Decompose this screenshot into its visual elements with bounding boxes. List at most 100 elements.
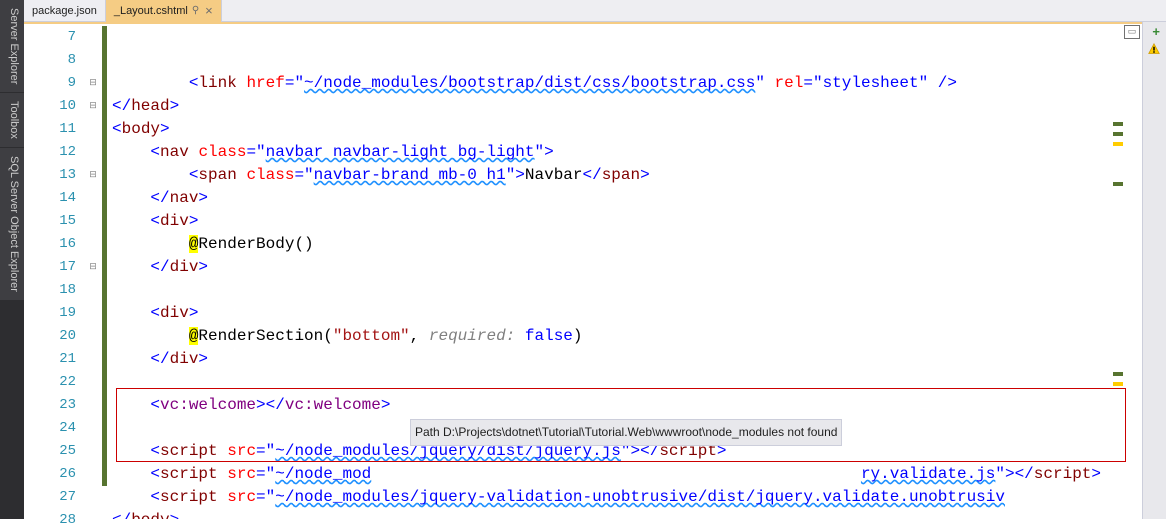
fold-toggle-icon[interactable]: ⊟: [84, 256, 102, 279]
fold-toggle-icon: [84, 394, 102, 417]
fold-toggle-icon: [84, 187, 102, 210]
fold-toggle-icon: [84, 325, 102, 348]
fold-toggle-icon: [84, 486, 102, 509]
code-line[interactable]: <link href="~/node_modules/bootstrap/dis…: [112, 72, 1142, 95]
code-line[interactable]: <vc:welcome></vc:welcome>: [112, 394, 1142, 417]
code-line[interactable]: <div>: [112, 302, 1142, 325]
change-mark: [102, 302, 107, 325]
right-sidebar: [1142, 22, 1166, 519]
fold-toggle-icon[interactable]: ⊟: [84, 72, 102, 95]
fold-toggle-icon[interactable]: ⊟: [84, 95, 102, 118]
line-number: 21: [24, 348, 76, 371]
tab-label: _Layout.cshtml: [114, 5, 188, 17]
close-icon[interactable]: ×: [205, 4, 213, 17]
code-line[interactable]: [112, 279, 1142, 302]
code-line[interactable]: <script src="~/node_mod ry.validate.js">…: [112, 463, 1142, 486]
code-line[interactable]: [112, 371, 1142, 394]
change-mark: [102, 348, 107, 371]
change-mark: [102, 210, 107, 233]
code-line[interactable]: <script src="~/node_modules/jquery-valid…: [112, 486, 1142, 509]
change-mark: [102, 72, 107, 95]
code-line[interactable]: @RenderSection("bottom", required: false…: [112, 325, 1142, 348]
line-number: 15: [24, 210, 76, 233]
line-number: 28: [24, 509, 76, 532]
change-mark: [102, 509, 107, 532]
fold-toggle-icon: [84, 463, 102, 486]
change-mark: [102, 118, 107, 141]
side-tab-sql-object-explorer[interactable]: SQL Server Object Explorer: [0, 148, 24, 301]
line-number: 11: [24, 118, 76, 141]
change-mark: [102, 233, 107, 256]
line-number: 17: [24, 256, 76, 279]
line-number: 26: [24, 463, 76, 486]
line-number: 9: [24, 72, 76, 95]
code-line[interactable]: <body>: [112, 118, 1142, 141]
tab-label: package.json: [32, 5, 97, 17]
code-text-area[interactable]: <link href="~/node_modules/bootstrap/dis…: [108, 24, 1142, 519]
split-window-icon[interactable]: ▭: [1124, 25, 1140, 39]
code-line[interactable]: </div>: [112, 256, 1142, 279]
side-tab-server-explorer[interactable]: Server Explorer: [0, 0, 24, 93]
change-mark: [102, 256, 107, 279]
change-mark: [102, 141, 107, 164]
code-line[interactable]: </head>: [112, 95, 1142, 118]
change-mark: [102, 164, 107, 187]
pin-icon[interactable]: ⚲: [192, 5, 199, 16]
line-number: 22: [24, 371, 76, 394]
change-mark: [102, 394, 107, 417]
code-line[interactable]: <nav class="navbar navbar-light bg-light…: [112, 141, 1142, 164]
code-editor[interactable]: 7891011121314151617181920212223242526272…: [24, 22, 1142, 519]
side-panel-sidebar: Server Explorer Toolbox SQL Server Objec…: [0, 0, 24, 519]
change-mark: [102, 417, 107, 440]
line-number: 18: [24, 279, 76, 302]
expand-icon[interactable]: +: [1152, 25, 1160, 40]
change-mark: [102, 49, 107, 72]
path-tooltip: Path D:\Projects\dotnet\Tutorial\Tutoria…: [410, 419, 842, 446]
line-number: 7: [24, 26, 76, 49]
code-line[interactable]: </div>: [112, 348, 1142, 371]
line-number: 20: [24, 325, 76, 348]
fold-toggle-icon: [84, 49, 102, 72]
side-tab-toolbox[interactable]: Toolbox: [0, 93, 24, 148]
line-number-gutter: 7891011121314151617181920212223242526272…: [24, 24, 84, 519]
fold-toggle-icon: [84, 302, 102, 325]
line-number: 14: [24, 187, 76, 210]
fold-gutter: ⊟⊟⊟⊟: [84, 24, 102, 519]
line-number: 24: [24, 417, 76, 440]
fold-toggle-icon: [84, 371, 102, 394]
fold-toggle-icon: [84, 417, 102, 440]
line-number: 25: [24, 440, 76, 463]
line-number: 16: [24, 233, 76, 256]
line-number: 12: [24, 141, 76, 164]
fold-toggle-icon: [84, 26, 102, 49]
line-number: 13: [24, 164, 76, 187]
change-mark: [102, 95, 107, 118]
code-line[interactable]: <div>: [112, 210, 1142, 233]
code-line[interactable]: <span class="navbar-brand mb-0 h1">Navba…: [112, 164, 1142, 187]
fold-toggle-icon[interactable]: ⊟: [84, 164, 102, 187]
fold-toggle-icon: [84, 279, 102, 302]
tab-package-json[interactable]: package.json: [24, 0, 106, 21]
document-tab-bar: package.json _Layout.cshtml ⚲ ×: [24, 0, 1166, 22]
fold-toggle-icon: [84, 509, 102, 532]
code-line[interactable]: </body>: [112, 509, 1142, 519]
fold-toggle-icon: [84, 348, 102, 371]
line-number: 19: [24, 302, 76, 325]
tab-layout-cshtml[interactable]: _Layout.cshtml ⚲ ×: [106, 0, 222, 21]
line-number: 10: [24, 95, 76, 118]
line-number: 8: [24, 49, 76, 72]
change-mark: [102, 486, 107, 509]
change-mark: [102, 325, 107, 348]
fold-toggle-icon: [84, 141, 102, 164]
fold-toggle-icon: [84, 210, 102, 233]
change-mark: [102, 279, 107, 302]
scroll-map[interactable]: [1112, 42, 1124, 519]
code-line[interactable]: @RenderBody(): [112, 233, 1142, 256]
change-mark: [102, 463, 107, 486]
fold-toggle-icon: [84, 233, 102, 256]
code-line[interactable]: </nav>: [112, 187, 1142, 210]
line-number: 23: [24, 394, 76, 417]
change-mark: [102, 440, 107, 463]
change-mark: [102, 371, 107, 394]
warning-icon[interactable]: [1148, 42, 1160, 54]
